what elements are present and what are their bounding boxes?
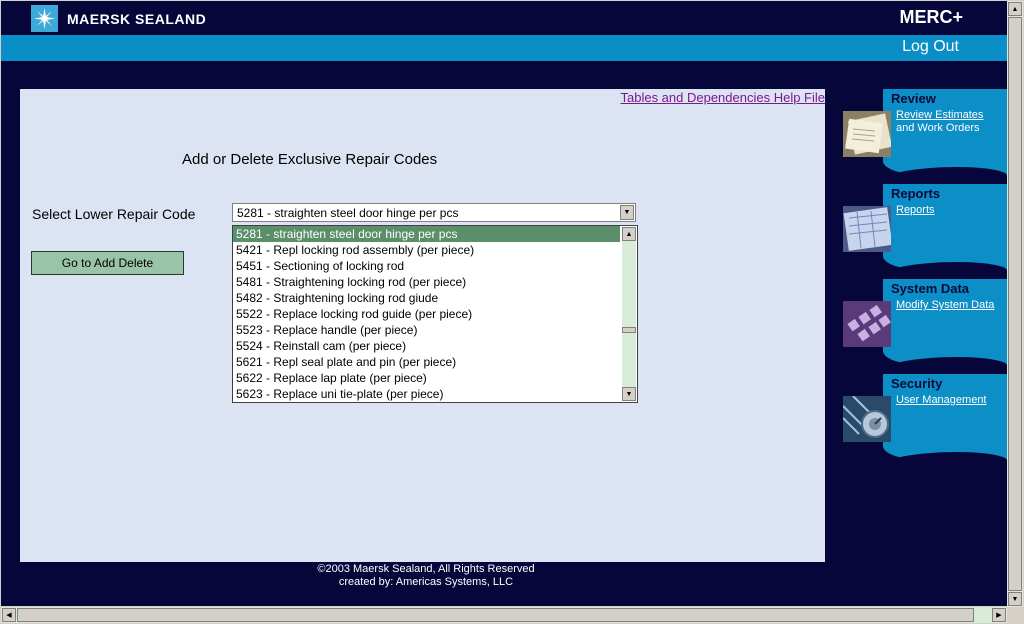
scroll-up-icon[interactable]: ▲: [1008, 2, 1022, 16]
select-label: Select Lower Repair Code: [32, 206, 196, 222]
list-item[interactable]: 5621 - Repl seal plate and pin (per piec…: [233, 354, 620, 370]
sidebar-security: Security User Management: [839, 374, 1007, 466]
list-item[interactable]: 5481 - Straightening locking rod (per pi…: [233, 274, 620, 290]
scroll-thumb[interactable]: [1008, 17, 1022, 591]
list-item[interactable]: 5622 - Replace lap plate (per piece): [233, 370, 620, 386]
brand-name: MAERSK SEALAND: [67, 10, 207, 27]
window-horizontal-scrollbar[interactable]: ◀ ▶: [1, 607, 1007, 623]
work-orders-link[interactable]: and Work Orders: [896, 122, 983, 135]
scroll-left-icon[interactable]: ◀: [2, 608, 16, 622]
sidebar-title-security[interactable]: Security: [891, 376, 942, 391]
dropdown-list[interactable]: 5281 - straighten steel door hinge per p…: [232, 225, 638, 403]
dropdown-arrow-icon[interactable]: ▼: [620, 205, 634, 220]
modify-system-data-link[interactable]: Modify System Data: [896, 299, 994, 312]
list-item[interactable]: 5451 - Sectioning of locking rod: [233, 258, 620, 274]
list-item[interactable]: 5482 - Straightening locking rod giude: [233, 290, 620, 306]
help-file-link[interactable]: Tables and Dependencies Help File: [620, 90, 825, 105]
copyright-text: ©2003 Maersk Sealand, All Rights Reserve…: [317, 563, 535, 575]
list-item[interactable]: 5421 - Repl locking rod assembly (per pi…: [233, 242, 620, 258]
scroll-thumb[interactable]: [622, 327, 636, 333]
sidebar-title-reports[interactable]: Reports: [891, 186, 940, 201]
scroll-thumb[interactable]: [17, 608, 974, 622]
main-content: Tables and Dependencies Help File Add or…: [20, 89, 825, 562]
go-to-add-delete-button[interactable]: Go to Add Delete: [31, 251, 184, 275]
sidebar-system-data: System Data Modify System Data: [839, 279, 1007, 371]
select-value: 5281 - straighten steel door hinge per p…: [237, 206, 459, 220]
app-name: MERC+: [899, 7, 963, 27]
list-item[interactable]: 5522 - Replace locking rod guide (per pi…: [233, 306, 620, 322]
documents-icon[interactable]: [843, 111, 893, 157]
footer: ©2003 Maersk Sealand, All Rights Reserve…: [231, 563, 621, 589]
sidebar-review: Review Review Estimates and Work Orders: [839, 89, 1007, 181]
brand: MAERSK SEALAND: [31, 5, 206, 32]
scroll-down-icon[interactable]: ▼: [1008, 592, 1022, 606]
maersk-star-logo-icon: [31, 5, 58, 32]
logout-link[interactable]: Log Out: [902, 38, 959, 56]
list-item[interactable]: 5524 - Reinstall cam (per piece): [233, 338, 620, 354]
list-item[interactable]: 5623 - Replace uni tie-plate (per piece): [233, 386, 620, 402]
window-vertical-scrollbar[interactable]: ▲ ▼: [1007, 1, 1023, 607]
reports-link[interactable]: Reports: [896, 204, 935, 217]
sidebar-title-review[interactable]: Review: [891, 91, 936, 106]
review-estimates-link[interactable]: Review Estimates: [896, 109, 983, 122]
scroll-down-icon[interactable]: ▼: [622, 387, 636, 401]
keyboard-icon[interactable]: [843, 301, 891, 347]
user-management-link[interactable]: User Management: [896, 394, 987, 407]
repair-code-select[interactable]: 5281 - straighten steel door hinge per p…: [232, 203, 636, 222]
page-title: Add or Delete Exclusive Repair Codes: [182, 151, 438, 168]
sidebar-title-system-data[interactable]: System Data: [891, 281, 969, 296]
scroll-up-icon[interactable]: ▲: [622, 227, 636, 241]
dropdown-scrollbar[interactable]: ▲ ▼: [622, 227, 636, 401]
app-page: MAERSK SEALAND MERC+ Log Out Tables and …: [1, 1, 1007, 606]
blueprint-icon[interactable]: [843, 206, 893, 252]
credits-text: created by: Americas Systems, LLC: [338, 576, 514, 588]
list-item[interactable]: 5281 - straighten steel door hinge per p…: [233, 226, 620, 242]
list-item[interactable]: 5523 - Replace handle (per piece): [233, 322, 620, 338]
scroll-right-icon[interactable]: ▶: [992, 608, 1006, 622]
header-bar: Log Out: [1, 35, 1007, 61]
sidebar-reports: Reports Reports: [839, 184, 1007, 276]
safe-lock-icon[interactable]: [842, 395, 891, 442]
